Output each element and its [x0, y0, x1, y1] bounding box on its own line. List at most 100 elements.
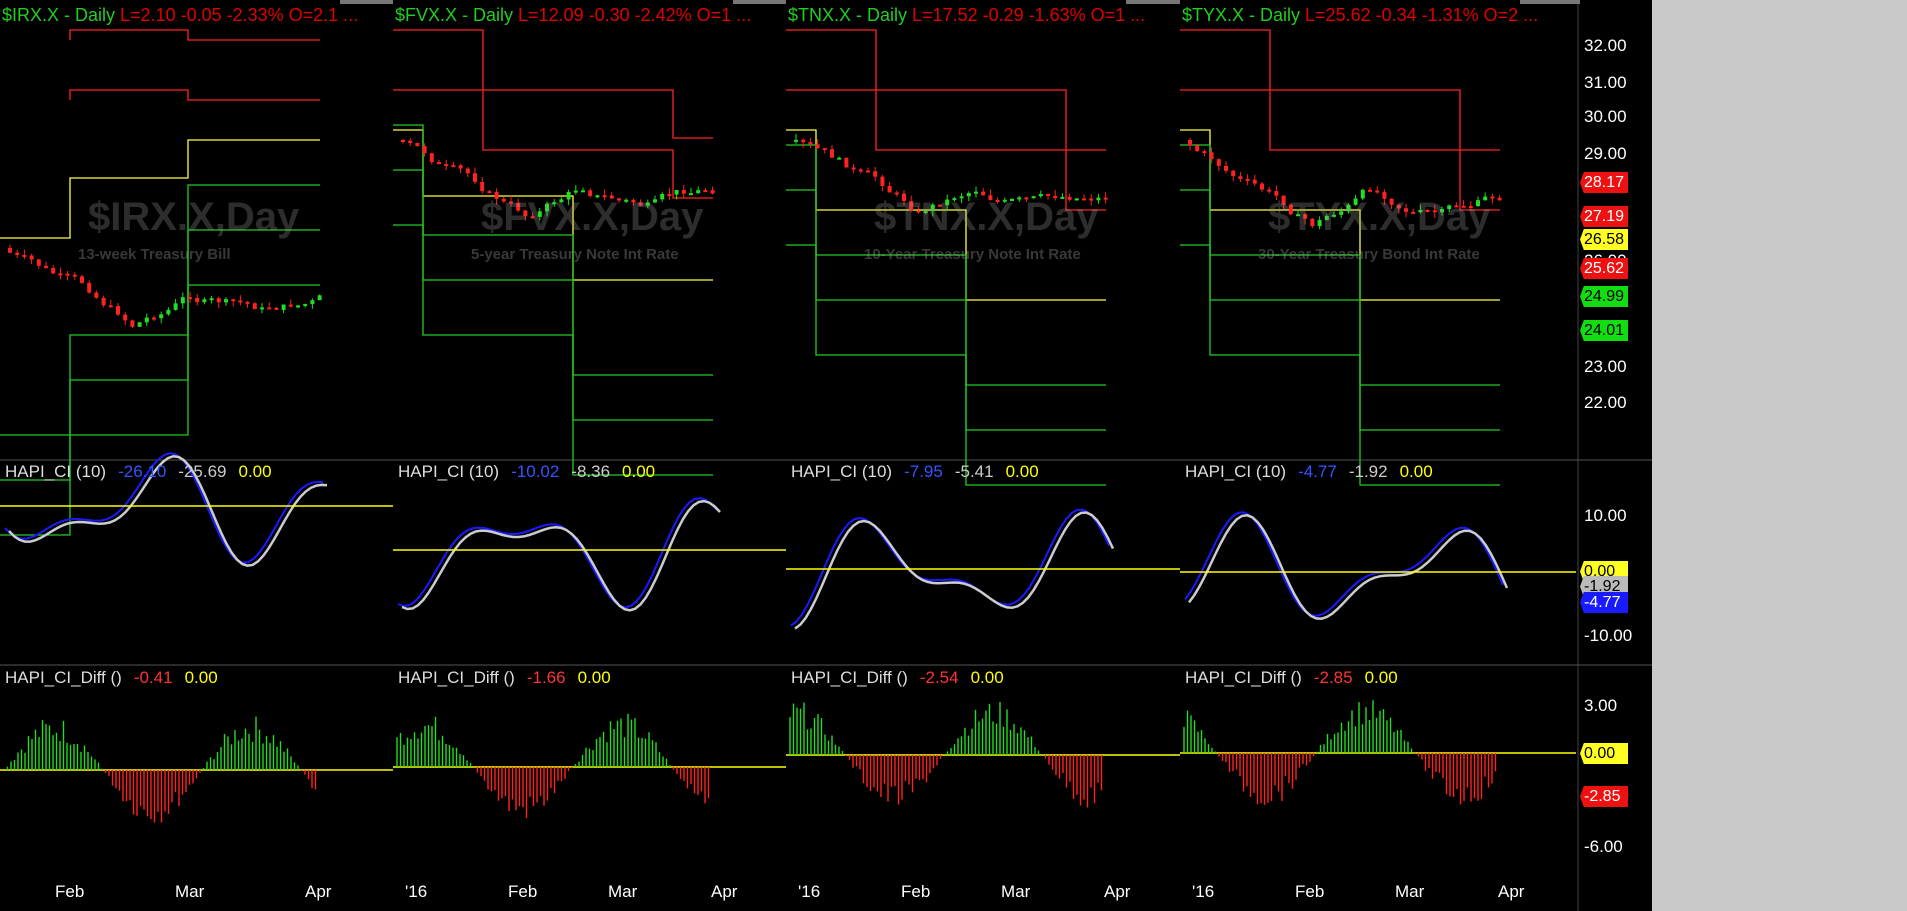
candle — [573, 190, 578, 193]
diff-name: HAPI_CI_Diff () — [5, 668, 122, 687]
value-tag: -4.77 — [1580, 592, 1628, 613]
candle — [288, 304, 293, 307]
ci-value: -25.69 — [178, 462, 227, 481]
ci-smooth-line — [1187, 514, 1509, 620]
candle — [108, 305, 113, 308]
diff-name: HAPI_CI_Diff () — [1185, 668, 1302, 687]
chart-watermark-subtitle: 30-Year Treasury Bond Int Rate — [1258, 246, 1480, 263]
x-axis-month-label: Apr — [305, 882, 332, 901]
axis-tick-label: 29.00 — [1584, 144, 1627, 163]
value-tag: 27.19 — [1580, 206, 1628, 227]
candle — [1375, 190, 1380, 193]
ci-value: -10.02 — [511, 462, 560, 481]
candle — [166, 309, 171, 315]
ci-value: -26.10 — [118, 462, 167, 481]
value-tag: 24.01 — [1580, 320, 1628, 341]
candle — [144, 317, 149, 323]
candle — [801, 139, 806, 143]
upper-band-line — [69, 89, 320, 101]
ci-value: -8.36 — [571, 462, 611, 481]
axis-tick-label: 31.00 — [1584, 73, 1627, 92]
chart-window: $IRX.X,Day 13-week Treasury Bill $IRX.X - … — [0, 0, 1907, 911]
candle — [444, 164, 449, 167]
candle — [1252, 179, 1257, 184]
candle — [238, 300, 243, 303]
ci-value: -1.92 — [1348, 462, 1388, 481]
value-tag: 25.62 — [1580, 258, 1628, 279]
lower-band-line — [786, 144, 1106, 386]
upper-band-line — [393, 89, 713, 199]
panel-top-strip — [1520, 0, 1580, 4]
candle — [94, 292, 99, 298]
candle — [58, 273, 63, 276]
ci-value: 0.00 — [1399, 462, 1433, 481]
candle — [1260, 183, 1264, 190]
diff-panel-label: HAPI_CI_Diff () -2.85 0.00 — [1185, 668, 1398, 688]
candle — [65, 273, 70, 276]
diff-value: 0.00 — [1364, 668, 1398, 687]
ci-value: 0.00 — [1005, 462, 1039, 481]
candle — [1238, 176, 1243, 179]
candle — [1202, 151, 1207, 154]
candle — [180, 297, 185, 304]
ci-panel-label: HAPI_CI (10) -7.95 -5.41 0.00 — [791, 462, 1039, 482]
candle — [317, 295, 322, 301]
chart-header: $TNX.X - Daily L=17.52 -0.29 -1.63% O=1 … — [788, 5, 1145, 26]
upper-band-line — [1180, 89, 1500, 211]
candle — [173, 303, 178, 310]
candle — [1209, 152, 1214, 160]
ci-panel-label: HAPI_CI (10) -26.10 -25.69 0.00 — [5, 462, 272, 482]
chart-watermark-subtitle: 10-Year Treasury Note Int Rate — [864, 246, 1081, 263]
lower-band-line — [786, 244, 1106, 486]
candle — [674, 189, 679, 195]
chart-header: $IRX.X - Daily L=2.10 -0.05 -2.33% O=2.1… — [2, 5, 358, 26]
candle — [581, 190, 585, 193]
diff-panel-label: HAPI_CI_Diff () -0.41 0.00 — [5, 668, 218, 688]
candle — [1216, 159, 1221, 166]
candle — [415, 142, 420, 147]
ci-name: HAPI_CI (10) — [5, 462, 107, 481]
chart-watermark-subtitle: 13-week Treasury Bill — [78, 246, 231, 263]
candle — [703, 190, 708, 193]
axis-tick-label: 30.00 — [1584, 107, 1627, 126]
candle — [29, 255, 34, 260]
symbol-label: $FVX.X - Daily — [395, 5, 514, 25]
candle — [873, 171, 878, 177]
candle — [188, 297, 192, 300]
symbol-label: $TYX.X - Daily — [1182, 5, 1301, 25]
candle — [281, 304, 286, 310]
ci-name: HAPI_CI (10) — [791, 462, 893, 481]
candle — [15, 252, 20, 255]
candle — [458, 165, 463, 169]
candle — [866, 170, 870, 173]
chart-canvas[interactable] — [1180, 0, 1652, 911]
candle — [245, 301, 250, 304]
candle — [794, 139, 798, 142]
candle — [1231, 170, 1236, 177]
candle — [1103, 197, 1108, 200]
candle — [116, 305, 120, 315]
candle — [837, 157, 842, 160]
x-axis-month-label: Feb — [1295, 882, 1325, 901]
axis-tick-label: -6.00 — [1584, 837, 1623, 856]
candle — [36, 259, 41, 266]
candle — [159, 314, 164, 319]
value-tag: -2.85 — [1580, 786, 1628, 807]
candle — [195, 297, 200, 303]
candle — [1245, 178, 1250, 181]
candle — [224, 299, 228, 303]
diff-value: -2.85 — [1313, 668, 1353, 687]
candle — [1368, 189, 1372, 192]
candle — [130, 320, 135, 327]
candle — [808, 142, 813, 145]
diff-value: 0.00 — [184, 668, 218, 687]
ci-value: -4.77 — [1298, 462, 1337, 481]
panel-top-strip — [1126, 0, 1186, 4]
x-axis-month-label: Apr — [711, 882, 738, 901]
x-axis-month-label: Feb — [901, 882, 931, 901]
panel-top-strip — [340, 0, 400, 4]
candle — [267, 307, 272, 310]
price-stats: L=2.10 -0.05 -2.33% O=2.1 ... — [115, 5, 359, 25]
chart-panel[interactable]: $TYX.X,Day 30-Year Treasury Bond Int Rate… — [1180, 0, 1652, 911]
chart-watermark: $FVX.X,Day — [481, 195, 704, 239]
